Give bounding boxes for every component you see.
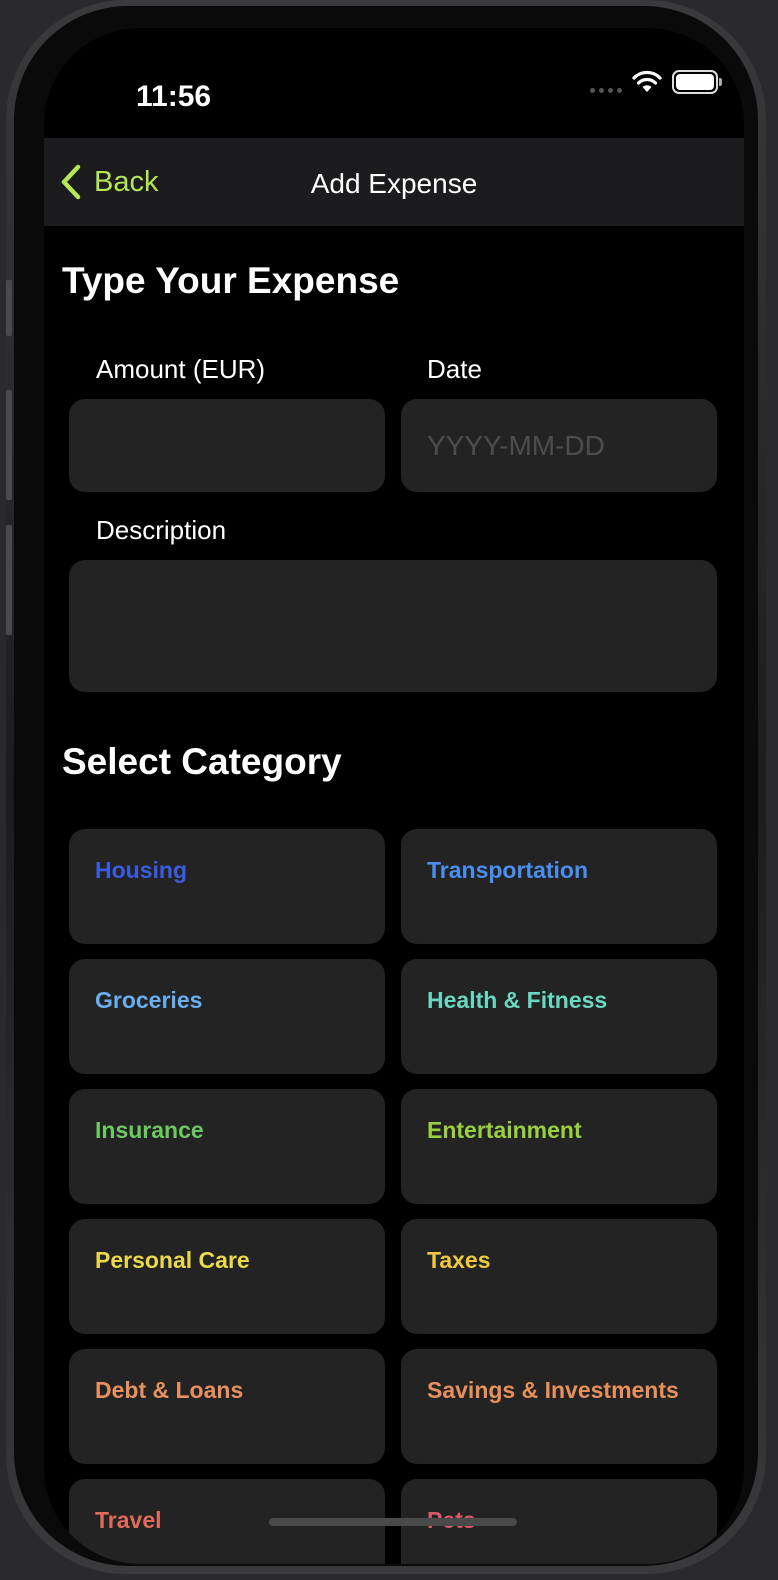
wifi-icon (632, 70, 662, 92)
category-personal-care[interactable]: Personal Care (69, 1219, 385, 1334)
volume-down-button (6, 525, 12, 635)
category-label: Housing (95, 857, 187, 883)
date-label: Date (427, 354, 482, 384)
bezel: 11:56 Back Add Expense Type Your Expense… (14, 6, 758, 1566)
category-label: Savings & Investments (427, 1377, 679, 1403)
description-input[interactable] (69, 560, 717, 692)
category-transportation[interactable]: Transportation (401, 829, 717, 944)
category-label: Insurance (95, 1117, 204, 1143)
status-time: 11:56 (136, 80, 212, 113)
amount-input[interactable] (69, 399, 385, 492)
category-grid: Housing Transportation Groceries Health … (69, 829, 717, 1564)
category-housing[interactable]: Housing (69, 829, 385, 944)
category-label: Debt & Loans (95, 1377, 244, 1403)
category-entertainment[interactable]: Entertainment (401, 1089, 717, 1204)
category-label: Groceries (95, 987, 203, 1013)
navigation-bar: Back Add Expense (44, 138, 744, 226)
category-savings-investments[interactable]: Savings & Investments (401, 1349, 717, 1464)
category-health-fitness[interactable]: Health & Fitness (401, 959, 717, 1074)
category-taxes[interactable]: Taxes (401, 1219, 717, 1334)
page-title: Add Expense (310, 168, 478, 199)
category-label: Transportation (427, 857, 589, 883)
amount-label: Amount (EUR) (96, 354, 266, 384)
battery-icon (672, 70, 722, 94)
home-indicator[interactable] (269, 1518, 517, 1526)
date-input[interactable] (401, 399, 717, 492)
category-label: Travel (95, 1507, 162, 1533)
action-button (6, 280, 12, 336)
category-label: Personal Care (95, 1247, 250, 1273)
category-label: Taxes (427, 1247, 491, 1273)
form-section-title: Type Your Expense (62, 260, 400, 301)
category-section-title: Select Category (62, 741, 342, 782)
phone-frame: 11:56 Back Add Expense Type Your Expense… (6, 0, 766, 1574)
category-insurance[interactable]: Insurance (69, 1089, 385, 1204)
cellular-signal-icon (590, 87, 622, 93)
category-debt-loans[interactable]: Debt & Loans (69, 1349, 385, 1464)
screen: 11:56 Back Add Expense Type Your Expense… (44, 28, 744, 1564)
category-label: Entertainment (427, 1117, 582, 1143)
status-icons (590, 70, 722, 94)
category-groceries[interactable]: Groceries (69, 959, 385, 1074)
volume-up-button (6, 390, 12, 500)
dynamic-island (290, 50, 512, 114)
category-label: Health & Fitness (427, 987, 608, 1013)
description-label: Description (96, 515, 227, 545)
